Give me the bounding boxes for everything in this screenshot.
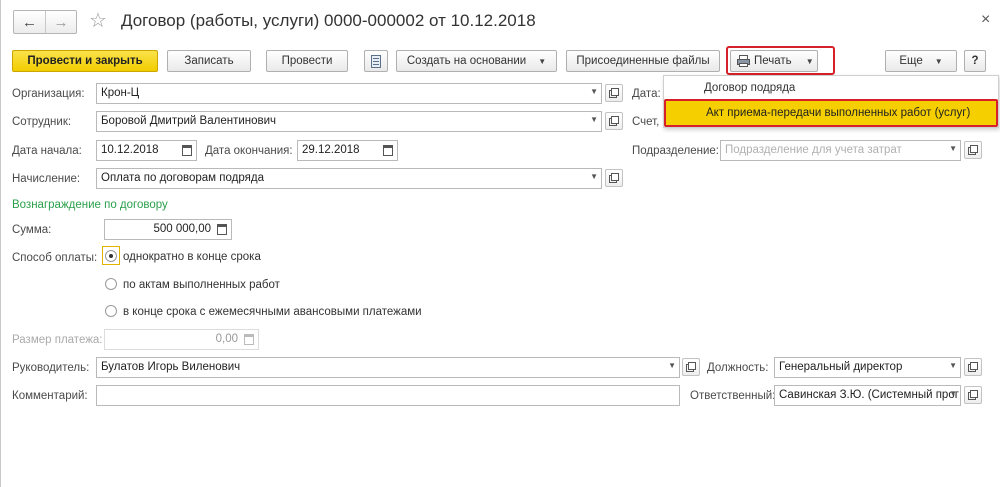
chevron-down-icon: ▼ bbox=[590, 172, 598, 181]
open-accrual-button[interactable] bbox=[605, 169, 623, 187]
payment-radio-by-acts[interactable] bbox=[105, 278, 117, 290]
payment-size-field: 0,00 bbox=[104, 329, 259, 350]
print-menu-popup: Договор подряда Акт приема-передачи выпо… bbox=[663, 75, 999, 128]
title-bar: ← → ☆ Договор (работы, услуги) 0000-0000… bbox=[1, 0, 1000, 44]
responsible-value: Савинская З.Ю. (Системный прог bbox=[779, 389, 959, 401]
page-title: Договор (работы, услуги) 0000-000002 от … bbox=[121, 11, 536, 30]
date-label: Дата: bbox=[632, 88, 661, 100]
chevron-down-icon: ▼ bbox=[538, 56, 547, 66]
print-menu-item-contract[interactable]: Договор подряда bbox=[664, 77, 998, 101]
chevron-down-icon: ▼ bbox=[590, 115, 598, 124]
comment-field[interactable] bbox=[96, 385, 680, 406]
responsible-field[interactable]: Савинская З.Ю. (Системный прог ▼ bbox=[774, 385, 961, 406]
calendar-icon[interactable] bbox=[383, 145, 393, 156]
end-date-value: 29.12.2018 bbox=[302, 144, 360, 156]
end-date-label: Дата окончания: bbox=[205, 145, 293, 157]
payment-size-value: 0,00 bbox=[215, 333, 238, 345]
amount-field[interactable]: 500 000,00 bbox=[104, 219, 232, 240]
post-and-close-button[interactable]: Провести и закрыть bbox=[12, 50, 158, 72]
open-form-icon bbox=[609, 173, 619, 183]
forward-arrow-icon[interactable]: → bbox=[45, 11, 76, 33]
employee-field[interactable]: Боровой Дмитрий Валентинович ▼ bbox=[96, 111, 602, 132]
accrual-field[interactable]: Оплата по договорам подряда ▼ bbox=[96, 168, 602, 189]
open-employee-button[interactable] bbox=[605, 112, 623, 130]
back-arrow-icon[interactable]: ← bbox=[14, 11, 45, 33]
responsible-label: Ответственный: bbox=[690, 390, 776, 402]
open-form-icon bbox=[968, 362, 978, 372]
accrual-value: Оплата по договорам подряда bbox=[101, 172, 264, 184]
manager-label: Руководитель: bbox=[12, 362, 90, 374]
payment-method-label: Способ оплаты: bbox=[12, 252, 98, 264]
organization-label: Организация: bbox=[12, 88, 85, 100]
open-form-icon bbox=[609, 116, 619, 126]
chevron-down-icon: ▼ bbox=[934, 56, 943, 66]
comment-label: Комментарий: bbox=[12, 390, 88, 402]
payment-radio-once[interactable] bbox=[105, 250, 117, 262]
payment-option-by-acts: по актам выполненных работ bbox=[123, 279, 280, 291]
navigation-group: ← → bbox=[13, 10, 77, 34]
start-date-label: Дата начала: bbox=[12, 145, 82, 157]
employee-label: Сотрудник: bbox=[12, 116, 72, 128]
calculator-icon[interactable] bbox=[217, 224, 227, 235]
open-form-icon bbox=[609, 88, 619, 98]
department-field[interactable]: Подразделение для учета затрат ▼ bbox=[720, 140, 961, 161]
post-button[interactable]: Провести bbox=[266, 50, 348, 72]
chevron-down-icon: ▼ bbox=[590, 87, 598, 96]
amount-value: 500 000,00 bbox=[153, 223, 211, 235]
position-value: Генеральный директор bbox=[779, 361, 903, 373]
payment-option-monthly-advance: в конце срока с ежемесячными авансовыми … bbox=[123, 306, 422, 318]
attached-files-button[interactable]: Присоединенные файлы bbox=[566, 50, 720, 72]
chevron-down-icon: ▼ bbox=[949, 361, 957, 370]
close-icon[interactable]: × bbox=[981, 11, 990, 29]
chevron-down-icon: ▼ bbox=[949, 389, 957, 398]
open-responsible-button[interactable] bbox=[964, 386, 982, 404]
chevron-down-icon: ▼ bbox=[949, 144, 957, 153]
account-label: Счет, bbox=[632, 116, 660, 128]
amount-label: Сумма: bbox=[12, 224, 52, 236]
open-department-button[interactable] bbox=[964, 141, 982, 159]
open-manager-button[interactable] bbox=[682, 358, 700, 376]
journal-button[interactable] bbox=[364, 50, 388, 72]
employee-value: Боровой Дмитрий Валентинович bbox=[101, 115, 277, 127]
manager-value: Булатов Игорь Виленович bbox=[101, 361, 241, 373]
payment-size-label: Размер платежа: bbox=[12, 334, 103, 346]
position-label: Должность: bbox=[707, 362, 769, 374]
open-organization-button[interactable] bbox=[605, 84, 623, 102]
accrual-label: Начисление: bbox=[12, 173, 81, 185]
more-button[interactable]: Еще ▼ bbox=[885, 50, 957, 72]
payment-option-once: однократно в конце срока bbox=[123, 251, 261, 263]
open-form-icon bbox=[968, 145, 978, 155]
print-highlight-frame bbox=[726, 46, 835, 75]
save-button[interactable]: Записать bbox=[167, 50, 251, 72]
help-button[interactable]: ? bbox=[964, 50, 986, 72]
more-label: Еще bbox=[899, 55, 923, 67]
start-date-field[interactable]: 10.12.2018 bbox=[96, 140, 197, 161]
calendar-icon[interactable] bbox=[182, 145, 192, 156]
document-window: ← → ☆ Договор (работы, услуги) 0000-0000… bbox=[0, 0, 1000, 487]
calculator-icon bbox=[244, 334, 254, 345]
document-list-icon bbox=[371, 54, 381, 68]
open-position-button[interactable] bbox=[964, 358, 982, 376]
start-date-value: 10.12.2018 bbox=[101, 144, 159, 156]
chevron-down-icon: ▼ bbox=[668, 361, 676, 370]
print-menu-item-acceptance-act[interactable]: Акт приема-передачи выполненных работ (у… bbox=[664, 99, 998, 127]
department-label: Подразделение: bbox=[632, 145, 719, 157]
organization-value: Крон-Ц bbox=[101, 87, 140, 99]
create-based-on-button[interactable]: Создать на основании ▼ bbox=[396, 50, 557, 72]
open-form-icon bbox=[968, 390, 978, 400]
department-placeholder: Подразделение для учета затрат bbox=[725, 144, 902, 156]
create-based-on-label: Создать на основании bbox=[406, 55, 527, 67]
end-date-field[interactable]: 29.12.2018 bbox=[297, 140, 398, 161]
favorite-star-icon[interactable]: ☆ bbox=[89, 10, 107, 32]
position-field[interactable]: Генеральный директор ▼ bbox=[774, 357, 961, 378]
section-title-remuneration: Вознаграждение по договору bbox=[12, 199, 168, 211]
open-form-icon bbox=[686, 362, 696, 372]
payment-radio-monthly-advance[interactable] bbox=[105, 305, 117, 317]
organization-field[interactable]: Крон-Ц ▼ bbox=[96, 83, 602, 104]
manager-field[interactable]: Булатов Игорь Виленович ▼ bbox=[96, 357, 680, 378]
